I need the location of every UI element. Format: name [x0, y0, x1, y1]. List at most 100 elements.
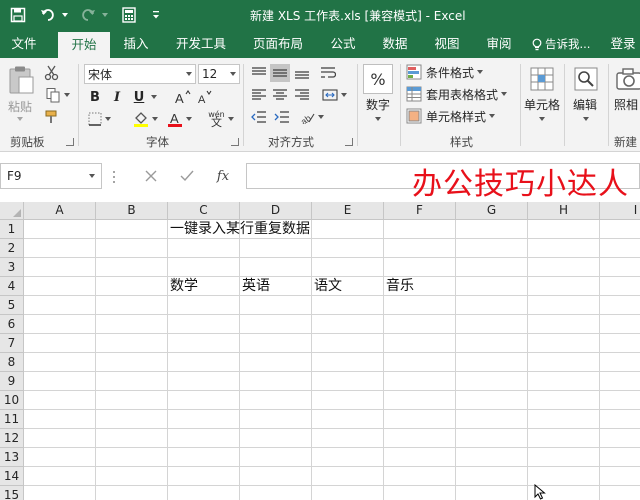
cells-button[interactable]: [528, 64, 556, 94]
editing-label: 编辑: [573, 98, 598, 112]
tab-home[interactable]: 开始: [58, 32, 110, 58]
row-header-15[interactable]: 15: [0, 486, 24, 500]
middle-align-button[interactable]: [270, 64, 290, 82]
font-launcher[interactable]: [231, 138, 239, 146]
bold-button[interactable]: B: [86, 88, 104, 106]
editing-dropdown[interactable]: [578, 114, 594, 124]
row-header-9[interactable]: 9: [0, 372, 24, 391]
name-box[interactable]: F9: [0, 163, 102, 189]
number-dropdown[interactable]: [370, 114, 386, 124]
increase-indent-button[interactable]: [272, 108, 292, 126]
cancel-entry-button[interactable]: [140, 165, 162, 187]
increase-font-button[interactable]: A: [174, 88, 192, 106]
tab-review[interactable]: 审阅: [478, 30, 520, 58]
merge-center-button[interactable]: [318, 86, 350, 104]
row-header-3[interactable]: 3: [0, 258, 24, 277]
row-header-2[interactable]: 2: [0, 239, 24, 258]
row-header-14[interactable]: 14: [0, 467, 24, 486]
font-color-button[interactable]: A: [164, 110, 194, 128]
column-header-c[interactable]: C: [168, 202, 240, 220]
format-as-table-button[interactable]: 套用表格格式: [406, 84, 522, 104]
column-header-e[interactable]: E: [312, 202, 384, 220]
confirm-entry-button[interactable]: [176, 165, 198, 187]
decrease-indent-button[interactable]: [249, 108, 269, 126]
select-all-button[interactable]: [0, 202, 24, 220]
phonetic-guide-button[interactable]: wén 文: [206, 110, 236, 128]
column-header-d[interactable]: D: [240, 202, 312, 220]
column-header-b[interactable]: B: [96, 202, 168, 220]
formula-bar-grip-icon[interactable]: [112, 170, 116, 184]
tab-page-layout[interactable]: 页面布局: [244, 30, 312, 58]
column-header-a[interactable]: A: [24, 202, 96, 220]
font-size-select[interactable]: 12: [198, 64, 240, 84]
redo-dropdown[interactable]: [102, 4, 108, 26]
insert-function-button[interactable]: fx: [212, 165, 234, 187]
copy-button[interactable]: [42, 86, 72, 104]
column-header-h[interactable]: H: [528, 202, 600, 220]
sign-in-link[interactable]: 登录: [606, 30, 640, 58]
underline-button[interactable]: U: [130, 88, 148, 106]
align-left-button[interactable]: [249, 86, 269, 104]
cell-e4[interactable]: 语文: [312, 277, 342, 296]
cells-dropdown[interactable]: [534, 114, 550, 124]
calculator-button[interactable]: [122, 4, 136, 26]
cell-d4[interactable]: 英语: [240, 277, 270, 296]
camera-button[interactable]: [614, 64, 640, 94]
redo-button[interactable]: [80, 4, 96, 26]
column-header-i[interactable]: I: [600, 202, 640, 220]
italic-button[interactable]: I: [108, 88, 126, 106]
tab-data[interactable]: 数据: [374, 30, 416, 58]
tab-insert[interactable]: 插入: [114, 30, 158, 58]
cell-grid[interactable]: [24, 220, 640, 500]
worksheet: A B C D E F G H I 1 2 3 4 5 6 7 8 9 10 1…: [0, 200, 640, 500]
row-header-10[interactable]: 10: [0, 391, 24, 410]
font-family-select[interactable]: 宋体: [84, 64, 196, 84]
row-header-12[interactable]: 12: [0, 429, 24, 448]
customize-qat-button[interactable]: [152, 4, 160, 26]
tab-view[interactable]: 视图: [426, 30, 468, 58]
row-header-13[interactable]: 13: [0, 448, 24, 467]
row-header-7[interactable]: 7: [0, 334, 24, 353]
bottom-align-button[interactable]: [292, 64, 312, 82]
borders-button[interactable]: [86, 110, 112, 128]
orientation-button[interactable]: ab: [296, 108, 326, 126]
row-header-6[interactable]: 6: [0, 315, 24, 334]
svg-text:A: A: [175, 91, 184, 105]
font-grow-icon: A: [175, 90, 191, 105]
cell-f4[interactable]: 音乐: [384, 277, 414, 296]
tab-formulas[interactable]: 公式: [322, 30, 364, 58]
editing-button[interactable]: [572, 64, 600, 94]
paste-button[interactable]: [6, 64, 36, 96]
clipboard-launcher[interactable]: [66, 138, 74, 146]
fill-color-button[interactable]: [130, 110, 160, 128]
paste-label: 粘贴: [8, 100, 33, 114]
undo-dropdown[interactable]: [62, 4, 68, 26]
row-header-5[interactable]: 5: [0, 296, 24, 315]
top-align-button[interactable]: [249, 64, 269, 82]
number-format-button[interactable]: %: [363, 64, 393, 94]
row-header-11[interactable]: 11: [0, 410, 24, 429]
cell-c1[interactable]: 一键录入某行重复数据: [168, 220, 310, 239]
undo-button[interactable]: [40, 4, 56, 26]
tell-me-search[interactable]: 告诉我...: [532, 30, 602, 58]
underline-dropdown[interactable]: [148, 88, 160, 106]
column-header-g[interactable]: G: [456, 202, 528, 220]
format-painter-button[interactable]: [42, 108, 62, 126]
paste-dropdown[interactable]: [10, 114, 30, 124]
decrease-font-button[interactable]: A: [196, 88, 214, 106]
tab-file[interactable]: 文件: [0, 30, 48, 58]
row-header-4[interactable]: 4: [0, 277, 24, 296]
align-right-button[interactable]: [292, 86, 312, 104]
align-center-button[interactable]: [270, 86, 290, 104]
row-header-1[interactable]: 1: [0, 220, 24, 239]
alignment-launcher[interactable]: [345, 138, 353, 146]
conditional-format-button[interactable]: 条件格式: [406, 62, 516, 82]
column-header-f[interactable]: F: [384, 202, 456, 220]
cell-c4[interactable]: 数学: [168, 277, 198, 296]
wrap-text-button[interactable]: [318, 64, 338, 82]
tab-developer[interactable]: 开发工具: [168, 30, 234, 58]
cut-button[interactable]: [42, 64, 62, 82]
row-header-8[interactable]: 8: [0, 353, 24, 372]
save-button[interactable]: [10, 4, 26, 26]
cell-styles-button[interactable]: 单元格样式: [406, 106, 516, 126]
